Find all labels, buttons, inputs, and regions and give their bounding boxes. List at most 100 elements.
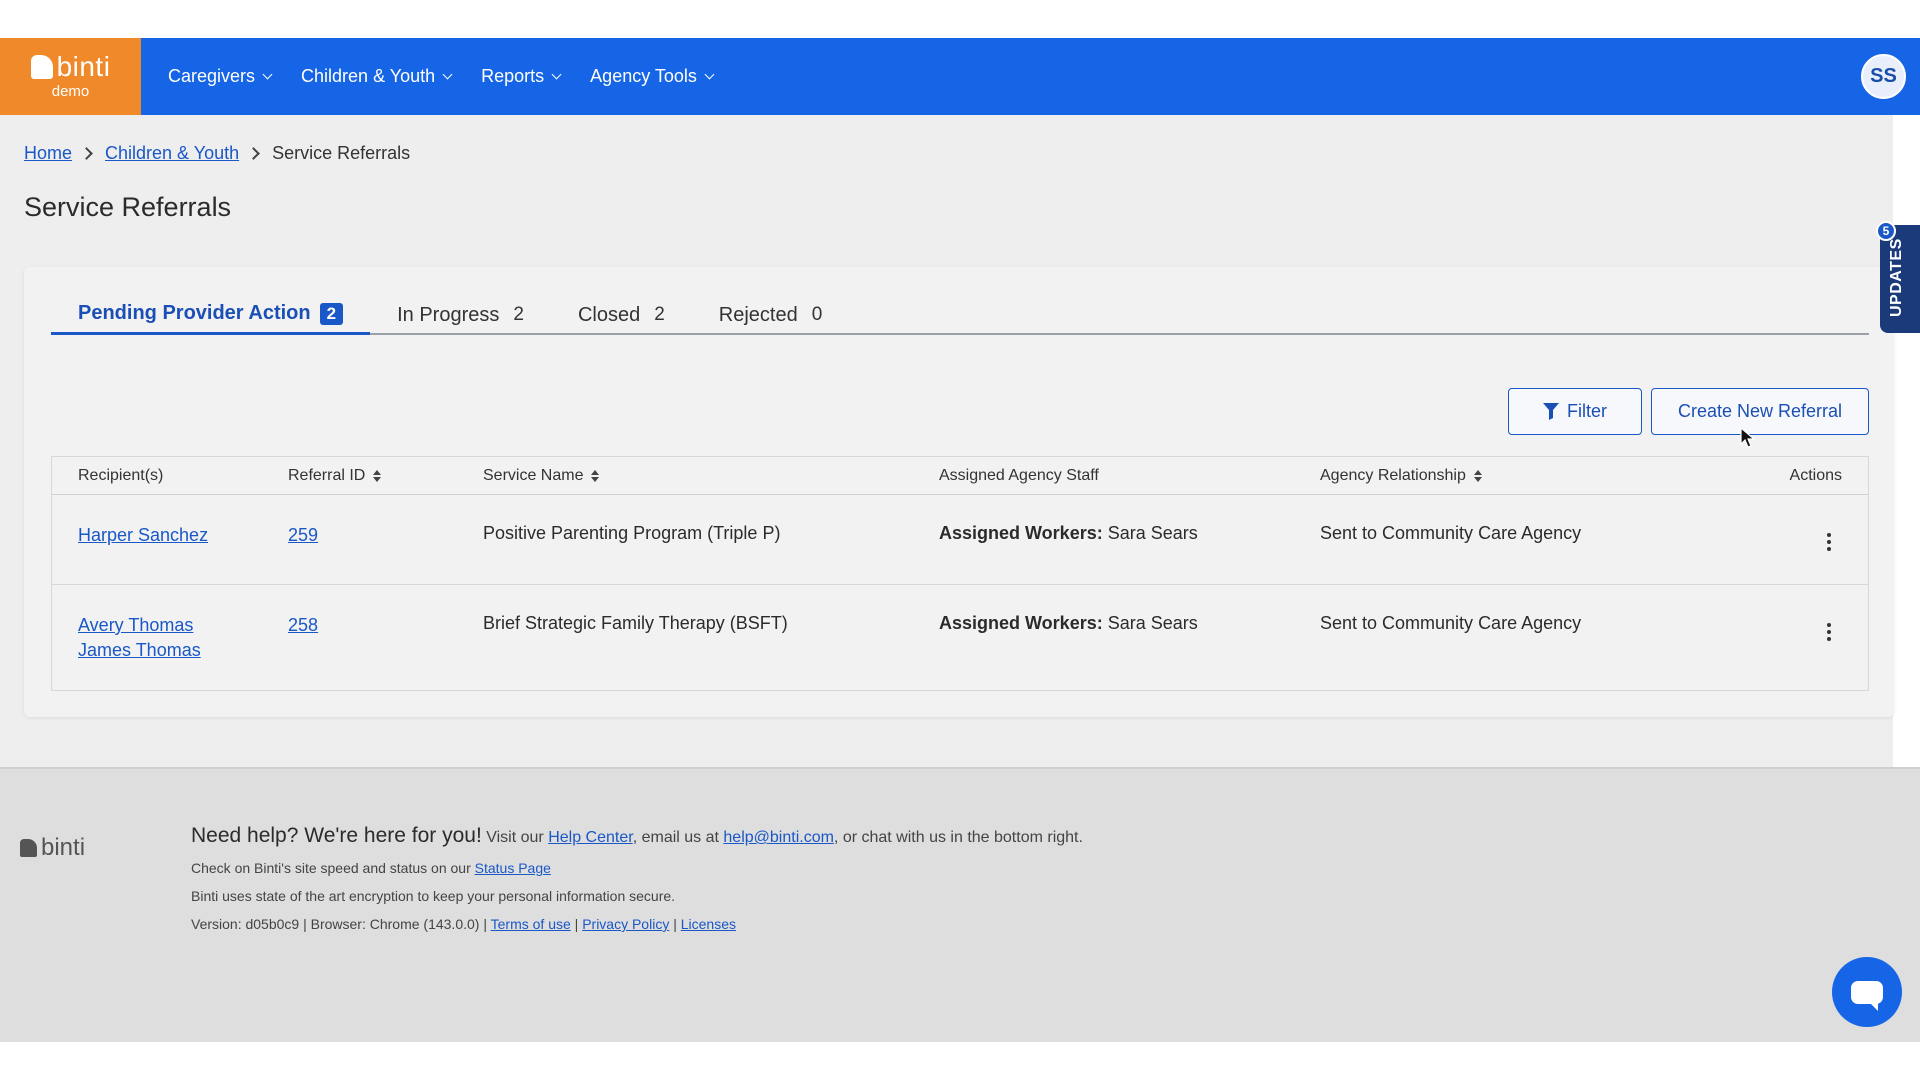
staff-label: Assigned Workers: <box>939 523 1103 543</box>
tab-label: Pending Provider Action <box>78 302 311 324</box>
binti-logo-icon <box>30 55 53 79</box>
referral-id-link[interactable]: 259 <box>288 523 483 548</box>
privacy-link[interactable]: Privacy Policy <box>582 916 669 932</box>
referral-id-link[interactable]: 258 <box>288 613 483 638</box>
filter-button-label: Filter <box>1567 401 1607 421</box>
encryption-line: Binti uses state of the art encryption t… <box>191 888 676 904</box>
header-label: Recipient(s) <box>78 466 164 484</box>
more-actions-icon[interactable] <box>1827 533 1831 551</box>
table-row: Avery Thomas James Thomas 258 Brief Stra… <box>52 585 1868 690</box>
tab-rejected[interactable]: Rejected 0 <box>692 295 850 335</box>
header-service-name[interactable]: Service Name <box>483 467 939 485</box>
binti-demo-logo[interactable]: binti demo <box>0 38 141 115</box>
filter-icon <box>1543 403 1559 420</box>
chat-button[interactable] <box>1832 957 1902 1027</box>
sort-icon <box>1473 469 1482 482</box>
user-avatar[interactable]: SS <box>1861 54 1906 99</box>
status-line: Check on Binti's site speed and status o… <box>191 860 1083 876</box>
status-page-link[interactable]: Status Page <box>475 860 551 876</box>
logo-sub: demo <box>51 83 90 100</box>
help-text: Visit our <box>481 829 549 846</box>
chevron-right-icon <box>80 147 93 160</box>
breadcrumb-children-youth[interactable]: Children & Youth <box>105 143 239 164</box>
status-text: Check on Binti's site speed and status o… <box>191 860 475 876</box>
separator: | <box>570 916 583 932</box>
staff-value: Sara Sears <box>1107 613 1198 633</box>
cell-referral-id: 259 <box>288 495 483 548</box>
tab-count: 0 <box>811 304 823 325</box>
mouse-cursor-icon <box>1740 427 1756 448</box>
tab-label: Rejected <box>718 303 798 326</box>
header-agency-relationship[interactable]: Agency Relationship <box>1320 467 1770 485</box>
footer-text: Need help? We're here for you! Visit our… <box>191 824 1083 932</box>
chevron-down-icon <box>551 69 562 79</box>
tab-count: 2 <box>513 304 524 325</box>
updates-tab[interactable]: UPDATES <box>1880 225 1920 333</box>
main-content: Home Children & Youth Service Referrals … <box>0 115 1894 767</box>
updates-count-badge: 5 <box>1876 221 1896 241</box>
nav-agency-tools[interactable]: Agency Tools <box>590 66 715 87</box>
header-label: Service Name <box>483 466 584 484</box>
tab-in-progress[interactable]: In Progress 2 <box>370 295 551 335</box>
tab-label: In Progress <box>397 303 500 326</box>
nav-caregivers[interactable]: Caregivers <box>168 66 273 87</box>
updates-label: UPDATES <box>1888 238 1905 317</box>
page-title: Service Referrals <box>24 192 232 222</box>
cell-service-name: Positive Parenting Program (Triple P) <box>483 523 781 543</box>
more-actions-icon[interactable] <box>1827 623 1831 641</box>
cell-assigned-staff: Assigned Workers: Sara Sears <box>939 585 1320 634</box>
tab-closed[interactable]: Closed 2 <box>551 295 692 335</box>
create-new-referral-button[interactable]: Create New Referral <box>1651 388 1869 435</box>
chevron-right-icon <box>247 147 260 160</box>
cell-agency-relationship: Sent to Community Care Agency <box>1320 613 1582 633</box>
cell-recipients: Harper Sanchez <box>52 495 288 548</box>
nav-label: Reports <box>481 66 545 86</box>
filter-button[interactable]: Filter <box>1508 388 1642 435</box>
header-label: Agency Relationship <box>1320 466 1466 484</box>
cell-agency-relationship: Sent to Community Care Agency <box>1320 523 1582 543</box>
table-row: Harper Sanchez 259 Positive Parenting Pr… <box>52 495 1868 585</box>
header-label: Actions <box>1789 466 1842 484</box>
nav-label: Agency Tools <box>590 66 697 86</box>
tab-count-badge: 2 <box>319 302 344 325</box>
email-link[interactable]: help@binti.com <box>723 829 834 846</box>
staff-value: Sara Sears <box>1107 523 1198 543</box>
help-center-link[interactable]: Help Center <box>548 829 633 846</box>
header-actions: Actions <box>1770 467 1868 485</box>
recipient-link[interactable]: Avery Thomas <box>78 613 288 638</box>
recipient-link[interactable]: Harper Sanchez <box>78 523 288 548</box>
tab-pending-provider-action[interactable]: Pending Provider Action 2 <box>51 295 371 335</box>
cell-service-name: Brief Strategic Family Therapy (BSFT) <box>483 613 788 633</box>
help-line: Need help? We're here for you! Visit our… <box>191 824 1083 848</box>
breadcrumb: Home Children & Youth Service Referrals <box>24 143 410 164</box>
nav-children-youth[interactable]: Children & Youth <box>301 66 453 87</box>
create-button-label: Create New Referral <box>1677 401 1843 421</box>
binti-logo-icon <box>20 839 37 857</box>
main-nav: Caregivers Children & Youth Reports Agen… <box>168 66 743 87</box>
header-referral-id[interactable]: Referral ID <box>288 467 483 485</box>
nav-reports[interactable]: Reports <box>481 66 562 87</box>
licenses-link[interactable]: Licenses <box>681 916 736 932</box>
bottom-band <box>0 1042 1920 1080</box>
cell-referral-id: 258 <box>288 585 483 638</box>
version-text: Version: d05b0c9 | Browser: Chrome (143.… <box>191 916 491 932</box>
referrals-card: Pending Provider Action 2 In Progress 2 … <box>24 267 1894 717</box>
chat-icon <box>1851 980 1883 1011</box>
header-recipients: Recipient(s) <box>52 467 288 485</box>
header-label: Referral ID <box>288 466 366 484</box>
recipient-link[interactable]: James Thomas <box>78 638 288 663</box>
tab-bar: Pending Provider Action 2 In Progress 2 … <box>51 295 1869 335</box>
tab-count: 2 <box>654 304 665 325</box>
version-line: Version: d05b0c9 | Browser: Chrome (143.… <box>191 916 1083 932</box>
breadcrumb-current: Service Referrals <box>272 143 411 163</box>
staff-label: Assigned Workers: <box>939 613 1103 633</box>
logo-text: binti <box>56 51 111 82</box>
breadcrumb-home[interactable]: Home <box>24 143 72 164</box>
chevron-down-icon <box>262 69 273 79</box>
chevron-down-icon <box>442 69 453 79</box>
table-header: Recipient(s) Referral ID Service Name As… <box>52 457 1868 495</box>
terms-link[interactable]: Terms of use <box>491 916 571 932</box>
sort-icon <box>591 469 600 482</box>
footer: binti Need help? We're here for you! Vis… <box>0 767 1920 1042</box>
tab-label: Closed <box>577 303 641 326</box>
